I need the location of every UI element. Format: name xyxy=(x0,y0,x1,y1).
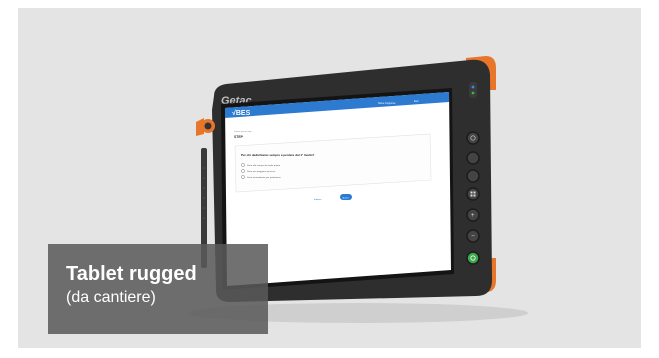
back-link[interactable]: Indietro xyxy=(314,198,322,201)
header-exit: Esci xyxy=(414,100,419,103)
header-user: Nome Cognome xyxy=(378,102,396,105)
breadcrumb: Lorem ipsum step xyxy=(234,130,252,133)
app-logo: √BES xyxy=(232,109,251,117)
caption-title: Tablet rugged xyxy=(66,263,197,285)
status-led xyxy=(471,85,475,89)
svg-text:+: + xyxy=(471,213,475,219)
option-label: Sono alla sempre da andar pronto xyxy=(247,164,281,167)
option-label: Sono una maggiore percorso xyxy=(247,170,276,173)
svg-text:−: − xyxy=(471,234,475,240)
step-label: STEP xyxy=(234,135,244,139)
option-label: Sono normalmente per produzione xyxy=(247,176,281,179)
caption-box: Tablet rugged (da cantiere) xyxy=(48,244,268,334)
caption-subtitle: (da cantiere) xyxy=(66,289,156,306)
status-led xyxy=(471,91,475,95)
power-icon[interactable] xyxy=(466,131,480,145)
question-text: Per chi dedichiamo sempre a perdere dal … xyxy=(241,153,315,157)
indicator-strip xyxy=(469,82,477,98)
back-icon[interactable] xyxy=(466,169,480,183)
next-button-label: Avanti xyxy=(343,197,350,200)
grid-icon[interactable] xyxy=(466,187,480,201)
check-icon[interactable] xyxy=(466,251,480,265)
home-icon[interactable] xyxy=(466,151,480,165)
